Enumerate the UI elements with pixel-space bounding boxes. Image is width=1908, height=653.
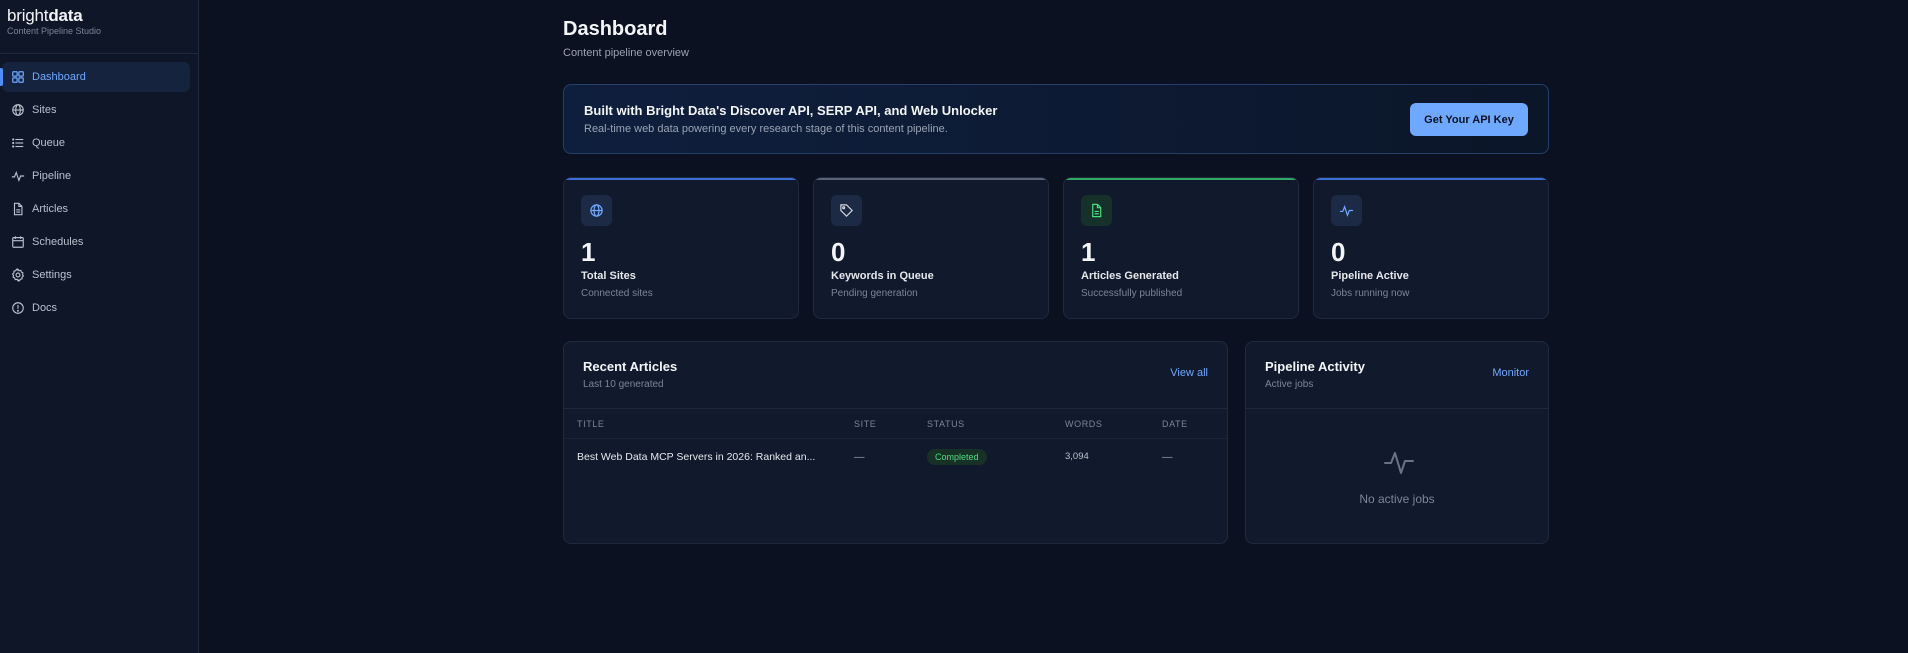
stat-label: Articles Generated [1081, 270, 1179, 282]
tag-icon [831, 195, 862, 226]
globe-icon [11, 103, 25, 117]
pipeline-activity-panel: Pipeline Activity Active jobs Monitor No… [1245, 341, 1549, 544]
banner-text: Real-time web data powering every resear… [584, 123, 948, 135]
stat-card-pipeline-active: 0 Pipeline Active Jobs running now [1313, 177, 1549, 319]
stat-accent-bar [564, 178, 798, 180]
panel-subtitle: Active jobs [1265, 379, 1314, 390]
banner-title: Built with Bright Data's Discover API, S… [584, 103, 998, 118]
sidebar-item-label: Settings [32, 269, 72, 281]
file-icon [1081, 195, 1112, 226]
panel-title: Recent Articles [583, 359, 678, 374]
divider [564, 438, 1227, 439]
activity-icon [11, 169, 25, 183]
sidebar-item-label: Schedules [32, 236, 84, 248]
stat-label: Total Sites [581, 270, 636, 282]
article-title[interactable]: Best Web Data MCP Servers in 2026: Ranke… [577, 451, 815, 463]
stat-label: Keywords in Queue [831, 270, 934, 282]
stat-accent-bar [814, 178, 1048, 180]
empty-state-text: No active jobs [1359, 492, 1435, 506]
sidebar-item-label: Articles [32, 203, 69, 215]
get-api-key-button[interactable]: Get Your API Key [1410, 103, 1528, 136]
api-banner: Built with Bright Data's Discover API, S… [563, 84, 1549, 154]
stat-subtext: Connected sites [581, 288, 653, 299]
globe-icon [581, 195, 612, 226]
article-words: 3,094 [1065, 451, 1089, 462]
column-header-title: TITLE [577, 419, 605, 429]
sidebar-item-dashboard[interactable]: Dashboard [0, 62, 190, 92]
list-icon [11, 136, 25, 150]
sidebar-item-sites[interactable]: Sites [2, 95, 190, 125]
stat-subtext: Pending generation [831, 288, 918, 299]
sidebar-item-label: Sites [32, 104, 57, 116]
column-header-site: SITE [854, 419, 877, 429]
activity-icon [1331, 195, 1362, 226]
stat-value: 1 [581, 237, 596, 267]
article-date: — [1162, 451, 1173, 463]
sidebar-item-label: Docs [32, 302, 58, 314]
status-badge: Completed [927, 449, 987, 465]
stat-accent-bar [1314, 178, 1548, 180]
sidebar-item-articles[interactable]: Articles [2, 194, 190, 224]
article-site: — [854, 451, 865, 463]
stat-card-total-sites: 1 Total Sites Connected sites [563, 177, 799, 319]
view-all-link[interactable]: View all [1170, 367, 1208, 379]
sidebar-item-label: Dashboard [32, 71, 86, 83]
sidebar-item-queue[interactable]: Queue [2, 128, 190, 158]
stat-card-articles-generated: 1 Articles Generated Successfully publis… [1063, 177, 1299, 319]
brand-logo-bold: data [48, 6, 83, 25]
sidebar-item-docs[interactable]: Docs [2, 293, 190, 323]
stat-subtext: Jobs running now [1331, 288, 1410, 299]
divider [1246, 408, 1548, 409]
divider [564, 408, 1227, 409]
stat-subtext: Successfully published [1081, 288, 1183, 299]
grid-icon [11, 70, 25, 84]
monitor-link[interactable]: Monitor [1492, 367, 1529, 379]
brand: brightdata Content Pipeline Studio [0, 0, 198, 54]
sidebar: brightdata Content Pipeline Studio Dashb… [0, 0, 199, 653]
page-subtitle: Content pipeline overview [563, 47, 689, 59]
sidebar-item-label: Queue [32, 137, 66, 149]
brand-subtitle: Content Pipeline Studio [7, 26, 102, 36]
stat-value: 1 [1081, 237, 1096, 267]
stat-card-keywords-in-queue: 0 Keywords in Queue Pending generation [813, 177, 1049, 319]
sidebar-item-schedules[interactable]: Schedules [2, 227, 190, 257]
column-header-status: STATUS [927, 419, 965, 429]
calendar-icon [11, 235, 25, 249]
activity-icon [1384, 447, 1414, 477]
panel-subtitle: Last 10 generated [583, 379, 664, 390]
page-title: Dashboard [563, 18, 668, 40]
sidebar-nav: Dashboard Sites Queue Pipeline Articles [0, 54, 198, 323]
recent-articles-panel: Recent Articles Last 10 generated View a… [563, 341, 1228, 544]
sidebar-item-settings[interactable]: Settings [2, 260, 190, 290]
column-header-date: DATE [1162, 419, 1188, 429]
stat-value: 0 [831, 237, 846, 267]
sidebar-item-label: Pipeline [32, 170, 72, 182]
sidebar-item-pipeline[interactable]: Pipeline [2, 161, 190, 191]
stat-value: 0 [1331, 237, 1346, 267]
brand-logo-light: bright [7, 6, 49, 25]
panel-title: Pipeline Activity [1265, 359, 1365, 374]
stat-label: Pipeline Active [1331, 270, 1409, 282]
brand-logo[interactable]: brightdata [7, 7, 198, 25]
stats-row: 1 Total Sites Connected sites 0 Keywords… [563, 177, 1549, 319]
gear-icon [11, 268, 25, 282]
info-icon [11, 301, 25, 315]
file-icon [11, 202, 25, 216]
stat-accent-bar [1064, 178, 1298, 180]
column-header-words: WORDS [1065, 419, 1103, 429]
